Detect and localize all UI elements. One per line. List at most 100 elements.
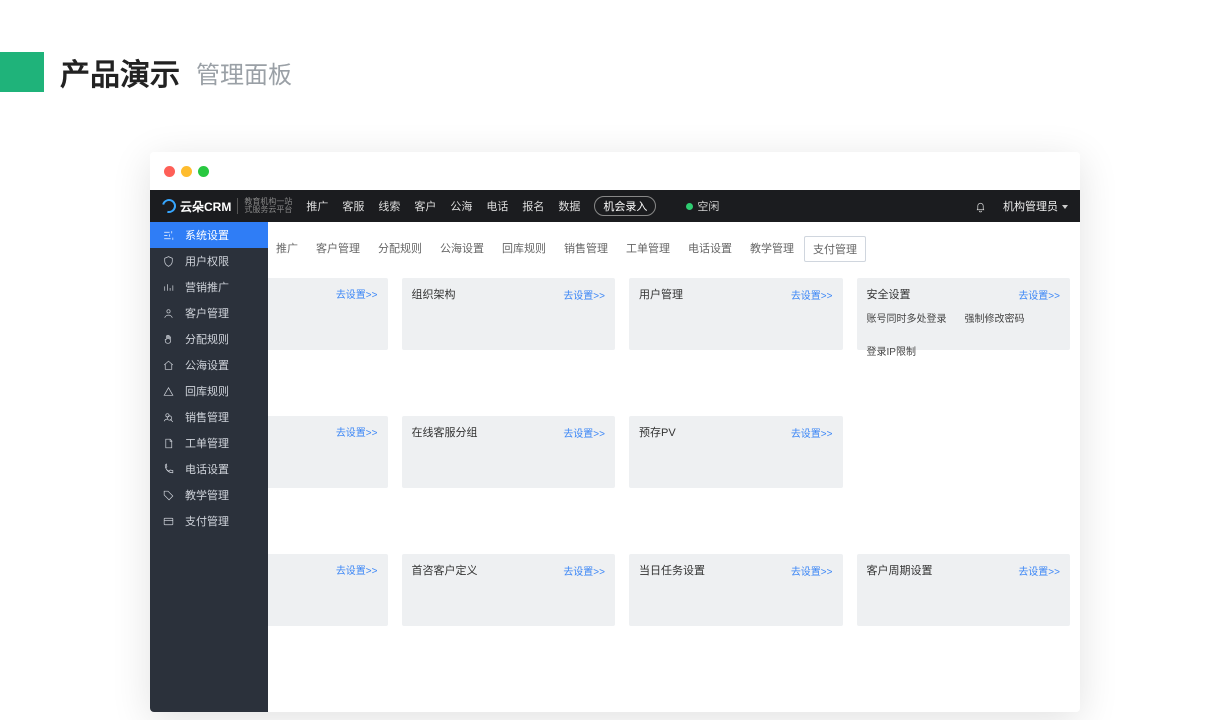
sidebar-item-label: 客户管理	[185, 305, 229, 321]
sidebar-item-label: 系统设置	[185, 227, 229, 243]
shield-icon	[162, 255, 175, 268]
go-settings-link[interactable]: 去设置>>	[1018, 563, 1060, 578]
sidebar-item-2[interactable]: 营销推广	[150, 274, 268, 300]
nav-item[interactable]: 电话	[486, 198, 508, 214]
user-role-dropdown[interactable]: 机构管理员	[1003, 198, 1068, 214]
nav-item[interactable]: 数据	[558, 198, 580, 214]
tab-item[interactable]: 客户管理	[308, 236, 368, 262]
tab-item[interactable]: 公海设置	[432, 236, 492, 262]
logo-text: 云朵CRM	[180, 198, 231, 215]
doc-icon	[162, 437, 175, 450]
search-person-icon	[162, 411, 175, 424]
go-settings-link[interactable]: 去设置>>	[791, 425, 833, 440]
nav-item[interactable]: 报名	[522, 198, 544, 214]
card-sublist: 账号同时多处登录 强制修改密码登录IP限制	[867, 310, 1061, 358]
tab-item[interactable]: 工单管理	[618, 236, 678, 262]
sidebar-item-label: 用户权限	[185, 253, 229, 269]
record-opportunity-button[interactable]: 机会录入	[594, 196, 656, 216]
card-row: 去设置>>在线客服分组去设置>>预存PV去设置>>	[268, 416, 1080, 488]
tab-item[interactable]: 支付管理	[804, 236, 866, 262]
go-settings-link[interactable]: 去设置>>	[336, 424, 378, 439]
sidebar-item-4[interactable]: 分配规则	[150, 326, 268, 352]
sidebar-item-7[interactable]: 销售管理	[150, 404, 268, 430]
settings-card: 当日任务设置 去设置>>	[629, 554, 843, 626]
card-sub-item: 强制修改密码	[965, 310, 1025, 325]
tab-item[interactable]: 推广	[268, 236, 306, 262]
sidebar-item-label: 销售管理	[185, 409, 229, 425]
person-icon	[162, 307, 175, 320]
go-settings-link[interactable]: 去设置>>	[791, 563, 833, 578]
settings-card: 去设置>>	[268, 554, 388, 626]
nav-item[interactable]: 公海	[450, 198, 472, 214]
card-row: 去设置>>首咨客户定义去设置>>当日任务设置去设置>>客户周期设置去设置>>	[268, 554, 1080, 626]
card-sub-item: 登录IP限制	[867, 343, 916, 358]
card-title: 当日任务设置	[639, 562, 705, 578]
settings-card: 去设置>>	[268, 416, 388, 488]
go-settings-link[interactable]: 去设置>>	[336, 562, 378, 577]
go-settings-link[interactable]: 去设置>>	[563, 287, 605, 302]
slide-title: 产品演示	[60, 50, 180, 94]
logo-tagline: 教育机构一站 式服务云平台	[237, 198, 292, 214]
slide-header: 产品演示 管理面板	[0, 48, 292, 96]
tab-item[interactable]: 销售管理	[556, 236, 616, 262]
settings-card: 去设置>>	[268, 278, 388, 350]
sidebar-item-label: 公海设置	[185, 357, 229, 373]
house-icon	[162, 359, 175, 372]
chevron-down-icon	[1062, 205, 1068, 209]
card-title: 首咨客户定义	[412, 562, 478, 578]
settings-card: 安全设置去设置>>账号同时多处登录强制修改密码登录IP限制	[857, 278, 1071, 350]
sidebar-item-3[interactable]: 客户管理	[150, 300, 268, 326]
sidebar-item-label: 营销推广	[185, 279, 229, 295]
tab-item[interactable]: 分配规则	[370, 236, 430, 262]
sliders-icon	[162, 229, 175, 242]
phone-icon	[162, 463, 175, 476]
nav-item[interactable]: 线索	[378, 198, 400, 214]
go-settings-link[interactable]: 去设置>>	[563, 563, 605, 578]
tab-item[interactable]: 电话设置	[680, 236, 740, 262]
sidebar-item-label: 分配规则	[185, 331, 229, 347]
sidebar-item-0[interactable]: 系统设置	[150, 222, 268, 248]
sidebar-item-6[interactable]: 回库规则	[150, 378, 268, 404]
window-min-dot[interactable]	[181, 166, 192, 177]
bars-icon	[162, 281, 175, 294]
app-window: 云朵CRM 教育机构一站 式服务云平台 推广 客服 线索 客户 公海 电话 报名…	[150, 152, 1080, 712]
nav-item[interactable]: 客服	[342, 198, 364, 214]
window-close-dot[interactable]	[164, 166, 175, 177]
tabbar: 推广客户管理分配规则公海设置回库规则销售管理工单管理电话设置教学管理支付管理	[268, 222, 1080, 272]
go-settings-link[interactable]: 去设置>>	[791, 287, 833, 302]
settings-card: 预存PV去设置>>	[629, 416, 843, 488]
sidebar-item-1[interactable]: 用户权限	[150, 248, 268, 274]
sidebar-item-8[interactable]: 工单管理	[150, 430, 268, 456]
go-settings-link[interactable]: 去设置>>	[1018, 287, 1060, 302]
tag-icon	[162, 489, 175, 502]
sidebar-item-9[interactable]: 电话设置	[150, 456, 268, 482]
go-settings-link[interactable]: 去设置>>	[336, 286, 378, 301]
bell-icon[interactable]	[974, 200, 987, 213]
card-title: 在线客服分组	[412, 424, 478, 440]
status-dot-icon	[686, 203, 693, 210]
sidebar-item-5[interactable]: 公海设置	[150, 352, 268, 378]
settings-card: 客户周期设置去设置>>	[857, 554, 1071, 626]
status-label: 空闲	[697, 198, 719, 214]
card-title: 安全设置	[867, 286, 911, 302]
card-sub-item: 账号同时多处登录	[867, 310, 947, 325]
settings-card: 用户管理去设置>>	[629, 278, 843, 350]
sidebar-item-label: 教学管理	[185, 487, 229, 503]
tab-item[interactable]: 回库规则	[494, 236, 554, 262]
settings-card: 在线客服分组 去设置>>	[402, 416, 616, 488]
window-max-dot[interactable]	[198, 166, 209, 177]
go-settings-link[interactable]: 去设置>>	[563, 425, 605, 440]
window-titlebar	[150, 152, 1080, 190]
tab-item[interactable]: 教学管理	[742, 236, 802, 262]
sidebar-item-11[interactable]: 支付管理	[150, 508, 268, 534]
sidebar-item-10[interactable]: 教学管理	[150, 482, 268, 508]
nav-item[interactable]: 推广	[306, 198, 328, 214]
card-title: 组织架构	[412, 286, 456, 302]
card-row: 去设置>>组织架构去设置>>用户管理去设置>>安全设置去设置>>账号同时多处登录…	[268, 278, 1080, 350]
nav-item[interactable]: 客户	[414, 198, 436, 214]
sidebar-item-label: 回库规则	[185, 383, 229, 399]
card-icon	[162, 515, 175, 528]
logo: 云朵CRM 教育机构一站 式服务云平台	[162, 198, 292, 215]
sidebar-item-label: 支付管理	[185, 513, 229, 529]
settings-card: 首咨客户定义 去设置>>	[402, 554, 616, 626]
